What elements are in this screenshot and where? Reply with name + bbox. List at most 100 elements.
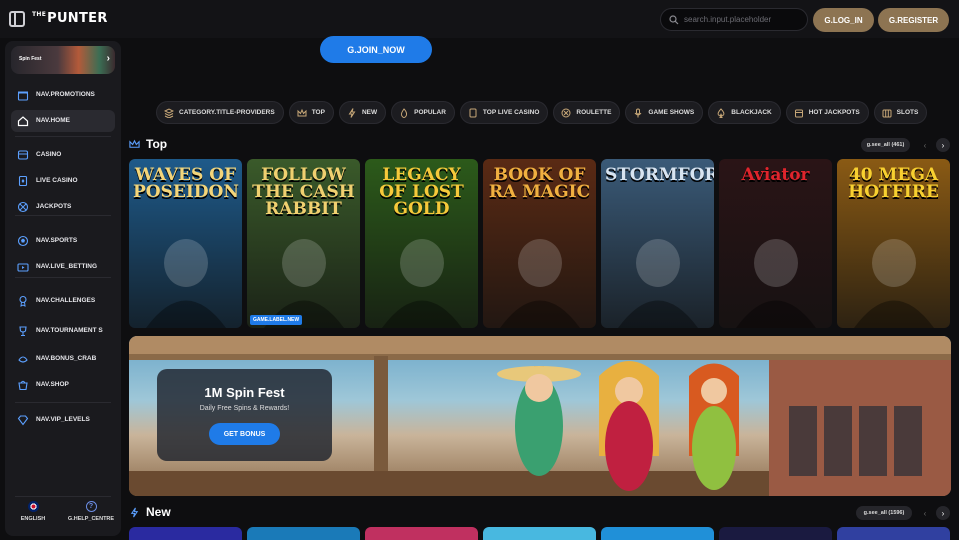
game-title: STORMFORGED bbox=[605, 165, 714, 185]
shop-icon bbox=[17, 379, 29, 391]
help-centre-link[interactable]: ? G.HELP_CENTRE bbox=[65, 501, 117, 522]
new-next-arrow-icon[interactable]: › bbox=[936, 506, 950, 520]
new-game-tile[interactable] bbox=[719, 527, 832, 540]
category-tab-new[interactable]: NEW bbox=[338, 101, 387, 124]
promotions-icon bbox=[17, 89, 29, 101]
search-icon bbox=[669, 14, 679, 24]
register-button[interactable]: G.REGISTER bbox=[878, 8, 949, 32]
game-tile[interactable]: 40 MEGA HOTFIRE bbox=[837, 159, 950, 328]
category-tab-roulette[interactable]: ROULETTE bbox=[553, 101, 621, 124]
sidebar-item-nav-shop[interactable]: NAV.SHOP bbox=[11, 374, 115, 396]
game-tile[interactable]: WAVES OF POSEIDON bbox=[129, 159, 242, 328]
jackpot-icon bbox=[794, 109, 803, 117]
sidebar-item-label: CASINO bbox=[36, 151, 62, 158]
new-prev-arrow-icon[interactable]: ‹ bbox=[918, 506, 932, 520]
game-tile[interactable]: Aviator bbox=[719, 159, 832, 328]
sidebar-item-label: NAV.BONUS_CRAB bbox=[36, 355, 97, 362]
new-game-tile[interactable] bbox=[365, 527, 478, 540]
live-casino-icon bbox=[17, 175, 29, 187]
new-game-tile[interactable] bbox=[483, 527, 596, 540]
help-icon: ? bbox=[85, 501, 97, 512]
category-tab-top[interactable]: TOP bbox=[288, 101, 334, 124]
game-title: BOOK OF RA MAGIC bbox=[488, 165, 591, 202]
providers-icon bbox=[164, 107, 174, 118]
game-character-art bbox=[735, 239, 816, 328]
live-card-icon bbox=[469, 108, 477, 117]
jackpots-icon bbox=[17, 201, 29, 213]
new-game-tile[interactable] bbox=[601, 527, 714, 540]
banner-promo-card: 1M Spin Fest Daily Free Spins & Rewards!… bbox=[157, 369, 332, 461]
category-label: BLACKJACK bbox=[731, 109, 772, 116]
top-see-all-button[interactable]: g.see_all (461) bbox=[861, 138, 910, 152]
diamond-icon bbox=[17, 414, 29, 426]
login-button[interactable]: G.LOG_IN bbox=[813, 8, 874, 32]
new-game-tile[interactable] bbox=[837, 527, 950, 540]
new-game-tile[interactable] bbox=[129, 527, 242, 540]
top-next-arrow-icon[interactable]: › bbox=[936, 138, 950, 152]
category-tab-category-title-providers[interactable]: CATEGORY.TITLE-PROVIDERS bbox=[156, 101, 284, 124]
sidebar-item-casino[interactable]: CASINO bbox=[11, 144, 115, 166]
language-label: ENGLISH bbox=[20, 516, 46, 522]
sidebar-item-nav-bonus-crab[interactable]: NAV.BONUS_CRAB bbox=[11, 348, 115, 370]
category-label: HOT JACKPOTS bbox=[808, 109, 860, 116]
game-character-art bbox=[499, 239, 580, 328]
sidebar-item-nav-promotions[interactable]: NAV.PROMOTIONS bbox=[11, 84, 115, 106]
new-section-title: New bbox=[146, 505, 171, 519]
sidebar-item-label: NAV.VIP_LEVELS bbox=[36, 416, 90, 423]
new-see-all-button[interactable]: g.see_all (1596) bbox=[856, 506, 912, 520]
spin-fest-banner[interactable]: 1M Spin Fest Daily Free Spins & Rewards!… bbox=[129, 336, 951, 496]
game-character-art bbox=[263, 239, 344, 328]
top-section-header: Top bbox=[129, 137, 167, 151]
category-label: SLOTS bbox=[896, 109, 919, 116]
sidebar-item-nav-home[interactable]: NAV.HOME bbox=[11, 110, 115, 132]
logo-prefix: THE bbox=[32, 11, 47, 18]
game-tile[interactable]: BOOK OF RA MAGIC bbox=[483, 159, 596, 328]
sidebar-item-label: LIVE CASINO bbox=[36, 177, 78, 184]
category-tab-top-live-casino[interactable]: TOP LIVE CASINO bbox=[459, 101, 549, 124]
game-tile[interactable]: FOLLOW THE CASH RABBIT GAME.LABEL.NEW bbox=[247, 159, 360, 328]
game-character-art bbox=[145, 239, 226, 328]
category-tab-popular[interactable]: POPULAR bbox=[391, 101, 455, 124]
game-tile[interactable]: LEGACY OF LOST GOLD bbox=[365, 159, 478, 328]
category-tab-hot-jackpots[interactable]: HOT JACKPOTS bbox=[785, 101, 869, 124]
flame-icon bbox=[401, 107, 408, 118]
help-label: G.HELP_CENTRE bbox=[67, 516, 115, 522]
language-selector[interactable]: ENGLISH bbox=[7, 501, 59, 522]
sidebar-item-nav-sports[interactable]: NAV.SPORTS bbox=[11, 230, 115, 252]
top-bar: THEPUNTER G.LOG_IN G.REGISTER bbox=[0, 0, 959, 38]
game-title: Aviator bbox=[741, 165, 810, 185]
search-box[interactable] bbox=[660, 8, 808, 31]
site-logo[interactable]: THEPUNTER bbox=[32, 11, 108, 26]
sidebar-item-live-casino[interactable]: LIVE CASINO bbox=[11, 170, 115, 192]
crown-icon bbox=[297, 108, 307, 116]
get-bonus-button[interactable]: GET BONUS bbox=[209, 423, 280, 445]
sidebar-item-nav-tournament-s[interactable]: NAV.TOURNAMENT S bbox=[11, 320, 115, 342]
join-now-button[interactable]: G.JOIN_NOW bbox=[320, 36, 432, 63]
bolt-icon bbox=[130, 507, 139, 517]
game-tile[interactable]: STORMFORGED bbox=[601, 159, 714, 328]
sidebar-item-label: JACKPOTS bbox=[36, 203, 72, 210]
microphone-icon bbox=[635, 108, 642, 117]
new-section-header: New bbox=[129, 505, 171, 519]
bonus-crab-icon bbox=[17, 353, 29, 365]
spade-icon bbox=[717, 107, 725, 118]
sidebar-item-nav-live-betting[interactable]: NAV.LIVE_BETTING bbox=[11, 256, 115, 278]
new-game-tile[interactable] bbox=[247, 527, 360, 540]
top-prev-arrow-icon[interactable]: ‹ bbox=[918, 138, 932, 152]
category-tab-blackjack[interactable]: BLACKJACK bbox=[708, 101, 781, 124]
search-input[interactable] bbox=[684, 15, 804, 24]
sidebar-toggle-icon[interactable] bbox=[9, 11, 25, 27]
live-betting-icon bbox=[17, 261, 29, 273]
sidebar-item-label: NAV.HOME bbox=[36, 117, 70, 124]
sidebar-item-nav-challenges[interactable]: NAV.CHALLENGES bbox=[11, 290, 115, 312]
sports-icon bbox=[17, 235, 29, 247]
sidebar: Spin Fest › NAV.PROMOTIONS NAV.HOME CASINO… bbox=[5, 41, 121, 536]
category-tab-game-shows[interactable]: GAME SHOWS bbox=[625, 101, 704, 124]
sidebar-divider bbox=[15, 215, 111, 216]
category-tab-slots[interactable]: SLOTS bbox=[873, 101, 928, 124]
spin-fest-promo[interactable]: Spin Fest › bbox=[11, 46, 115, 74]
uk-flag-icon bbox=[27, 501, 39, 512]
top-section-title: Top bbox=[146, 137, 168, 151]
banner-subtitle: Daily Free Spins & Rewards! bbox=[199, 405, 290, 412]
sidebar-item-nav-vip-levels[interactable]: NAV.VIP_LEVELS bbox=[11, 409, 115, 431]
